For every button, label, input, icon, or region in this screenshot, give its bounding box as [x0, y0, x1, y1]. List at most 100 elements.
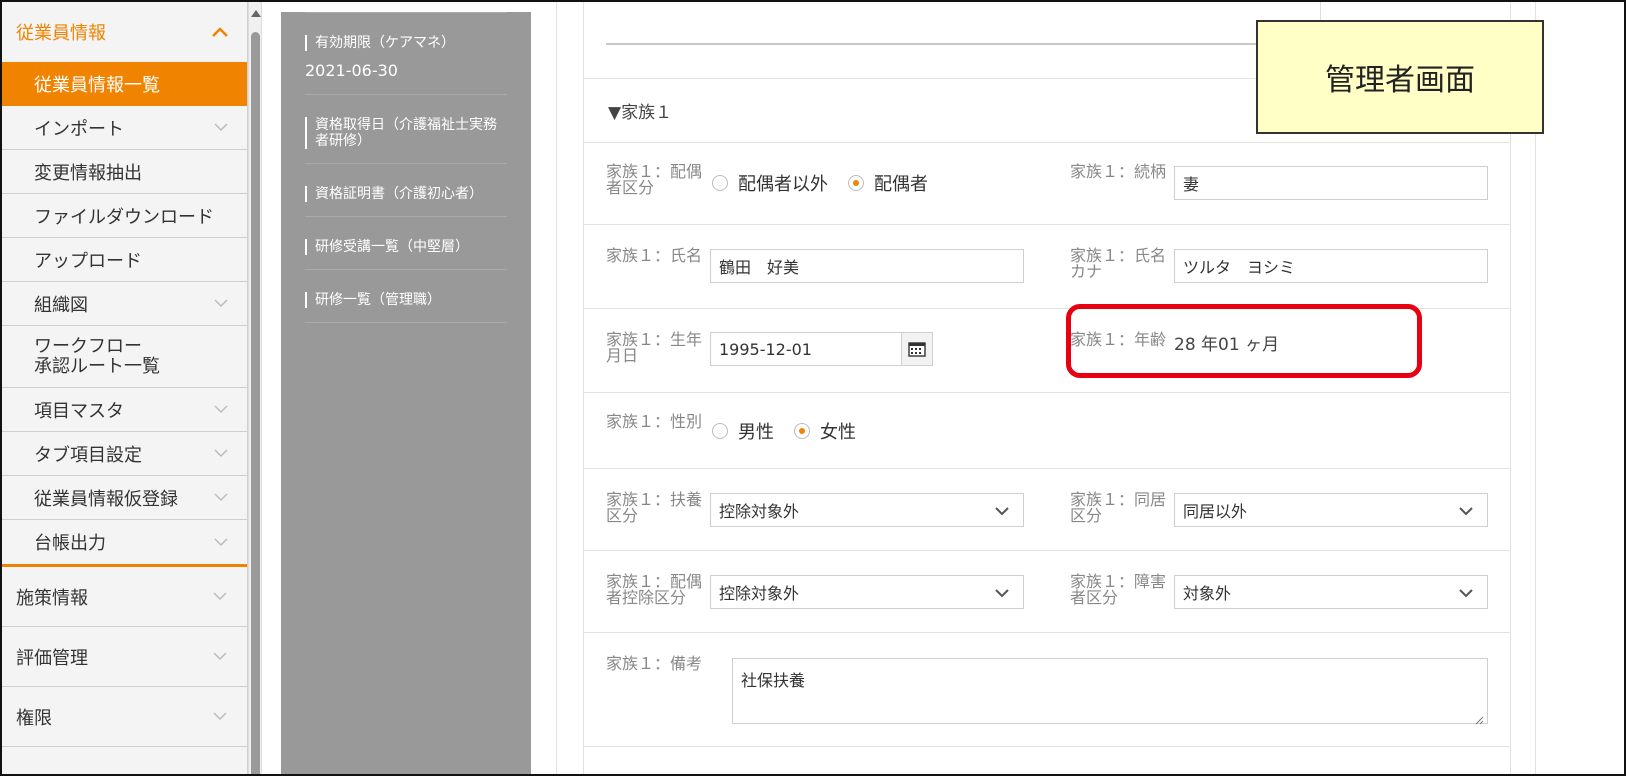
sidebar-submenu: 従業員情報一覧 インポート 変更情報抽出 ファイルダウンロード アップロード 組… [2, 62, 247, 567]
radio-option-male[interactable]: 男性 [712, 418, 774, 444]
name-label: 家族１：氏名 [606, 246, 703, 265]
admin-screen-callout: 管理者画面 [1256, 20, 1544, 134]
sidebar-item-workflow[interactable]: ワークフロー 承認ルート一覧 [2, 326, 247, 388]
radio-selected-dot [853, 180, 859, 186]
kana-label: 家族１：氏名カナ [1070, 246, 1167, 281]
chevron-up-icon [209, 21, 231, 43]
sidebar: 従業員情報 従業員情報一覧 インポート 変更情報抽出 ファイルダウンロード アッ… [2, 2, 248, 774]
cohabit-select[interactable]: 同居以外 [1174, 493, 1488, 527]
kana-input[interactable]: ツルタ ヨシミ [1174, 249, 1488, 283]
radio-button[interactable] [712, 175, 728, 191]
dependent-selected-value: 控除対象外 [719, 502, 800, 521]
sidebar-section-evaluation[interactable]: 評価管理 [2, 627, 247, 687]
radio-selected-dot [799, 428, 805, 434]
doc-item-certificate[interactable]: 資格証明書（介護初心者） [305, 164, 507, 217]
sidebar-item-item-master[interactable]: 項目マスタ [2, 388, 247, 432]
disability-select[interactable]: 対象外 [1174, 575, 1488, 609]
doc-item-label: 有効期限（ケアマネ） [305, 35, 507, 51]
divider [584, 468, 1510, 469]
chevron-down-icon [211, 118, 231, 138]
doc-item-label: 研修受講一覧（中堅層） [305, 239, 507, 255]
sidebar-item-label: 変更情報抽出 [34, 162, 142, 184]
radio-option-non-spouse[interactable]: 配偶者以外 [712, 170, 828, 196]
spouse-class-radio-group: 配偶者以外 配偶者 [712, 170, 948, 196]
doc-item-label: 資格証明書（介護初心者） [305, 186, 507, 202]
radio-button[interactable] [712, 423, 728, 439]
birth-label: 家族１：生年月日 [606, 330, 703, 365]
spouse-deduction-selected-value: 控除対象外 [719, 584, 800, 603]
divider [584, 224, 1510, 225]
radio-option-female[interactable]: 女性 [794, 418, 856, 444]
sidebar-item-file-download[interactable]: ファイルダウンロード [2, 194, 247, 238]
sidebar-item-ledger-output[interactable]: 台帳出力 [2, 520, 247, 564]
calendar-button[interactable] [901, 332, 933, 366]
doc-item-care-manager-expiry[interactable]: 有効期限（ケアマネ） 2021-06-30 [305, 12, 507, 95]
chevron-down-icon [209, 586, 231, 608]
radio-option-label: 配偶者 [874, 174, 928, 195]
sidebar-item-label: アップロード [34, 250, 142, 272]
sidebar-item-employee-list[interactable]: 従業員情報一覧 [2, 62, 247, 106]
scroll-up-icon[interactable] [251, 10, 261, 17]
dependent-select[interactable]: 控除対象外 [710, 493, 1024, 527]
radio-button[interactable] [848, 175, 864, 191]
sidebar-section-employee[interactable]: 従業員情報 [2, 2, 247, 62]
radio-option-label: 配偶者以外 [738, 174, 828, 195]
cohabit-label: 家族１：同居区分 [1070, 490, 1167, 525]
disability-selected-value: 対象外 [1183, 584, 1232, 603]
gender-label: 家族１：性別 [606, 412, 703, 431]
sidebar-item-import[interactable]: インポート [2, 106, 247, 150]
sidebar-item-label: 従業員情報仮登録 [34, 488, 178, 510]
chevron-down-icon [209, 706, 231, 728]
sidebar-section-label: 施策情報 [16, 587, 88, 609]
remarks-textarea[interactable]: 社保扶養 [732, 658, 1488, 725]
spouse-class-label: 家族１：配偶者区分 [606, 162, 703, 197]
sidebar-item-label: ファイルダウンロード [34, 206, 214, 228]
doc-item-training-manager[interactable]: 研修一覧（管理職） [305, 270, 507, 323]
sidebar-item-label: タブ項目設定 [34, 444, 142, 466]
relation-label: 家族１：続柄 [1070, 162, 1167, 181]
doc-item-label: 研修一覧（管理職） [305, 292, 507, 308]
sidebar-section-label: 評価管理 [16, 647, 88, 669]
radio-button[interactable] [794, 423, 810, 439]
spouse-deduction-select[interactable]: 控除対象外 [710, 575, 1024, 609]
radio-option-spouse[interactable]: 配偶者 [848, 170, 928, 196]
app-window: 従業員情報 従業員情報一覧 インポート 変更情報抽出 ファイルダウンロード アッ… [0, 0, 1626, 776]
sidebar-item-org-chart[interactable]: 組織図 [2, 282, 247, 326]
sidebar-item-upload[interactable]: アップロード [2, 238, 247, 282]
sidebar-section-permissions[interactable]: 権限 [2, 687, 247, 747]
age-highlight-box [1066, 304, 1422, 378]
disability-label: 家族１：障害者区分 [1070, 572, 1167, 607]
sidebar-item-change-extract[interactable]: 変更情報抽出 [2, 150, 247, 194]
relation-input[interactable]: 妻 [1174, 166, 1488, 200]
sidebar-item-label: 項目マスタ [34, 400, 124, 422]
sidebar-item-label: 台帳出力 [34, 533, 106, 554]
document-panel: 有効期限（ケアマネ） 2021-06-30 資格取得日（介護福祉士実務者研修） … [281, 12, 531, 774]
birth-date-input[interactable]: 1995-12-01 [710, 332, 902, 366]
sidebar-item-label-line1: ワークフロー [34, 335, 142, 357]
sidebar-section-measures[interactable]: 施策情報 [2, 567, 247, 627]
calendar-icon [908, 342, 926, 357]
sidebar-scrollbar[interactable] [248, 2, 262, 774]
sidebar-item-tab-settings[interactable]: タブ項目設定 [2, 432, 247, 476]
chevron-down-icon [211, 444, 231, 464]
divider [1320, 2, 1321, 20]
name-input[interactable]: 鶴田 好美 [710, 249, 1024, 283]
sidebar-item-label: ワークフロー 承認ルート一覧 [34, 335, 160, 377]
doc-item-value: 2021-06-30 [305, 61, 398, 80]
chevron-down-icon [993, 584, 1011, 602]
divider [584, 550, 1510, 551]
remarks-label: 家族１：備考 [606, 654, 703, 673]
sidebar-item-temp-register[interactable]: 従業員情報仮登録 [2, 476, 247, 520]
doc-item-qualification-date[interactable]: 資格取得日（介護福祉士実務者研修） [305, 95, 507, 164]
resize-handle-icon[interactable] [1474, 710, 1484, 725]
chevron-down-icon [211, 294, 231, 314]
chevron-down-icon [211, 488, 231, 508]
divider [584, 392, 1510, 393]
sidebar-item-label: 従業員情報一覧 [34, 75, 160, 96]
family-section-title[interactable]: ▼家族１ [608, 98, 672, 123]
scrollbar-thumb[interactable] [251, 32, 260, 774]
sidebar-section-label: 従業員情報 [16, 23, 106, 44]
doc-item-label: 資格取得日（介護福祉士実務者研修） [305, 117, 507, 149]
doc-item-training-mid[interactable]: 研修受講一覧（中堅層） [305, 217, 507, 270]
divider [584, 142, 1510, 143]
